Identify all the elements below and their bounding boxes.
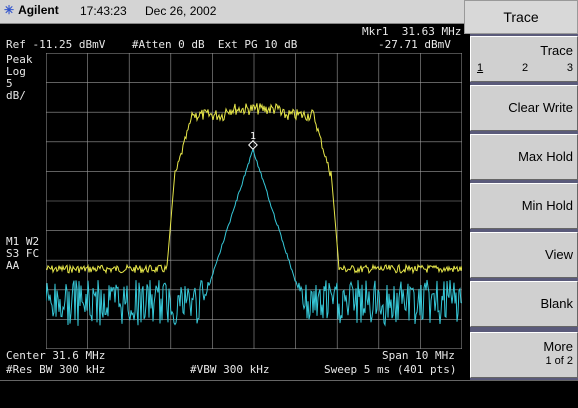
video-bandwidth: #VBW 300 kHz (190, 363, 270, 376)
spectrum-plot: 1 (46, 53, 462, 349)
trace-option-1[interactable]: 1 (477, 62, 483, 74)
trace-select-key[interactable]: Trace 1 2 3 (470, 36, 578, 82)
trace-select-label: Trace (540, 43, 573, 58)
max-hold-key[interactable]: Max Hold (470, 134, 578, 180)
agilent-spark-icon: ✳ (4, 3, 15, 17)
trace-option-3[interactable]: 3 (567, 62, 573, 74)
clock-time: 17:43:23 (80, 4, 127, 18)
min-hold-key[interactable]: Min Hold (470, 183, 578, 229)
brand-logo: ✳ Agilent (4, 3, 59, 17)
view-key[interactable]: View (470, 232, 578, 278)
blank-label: Blank (540, 296, 573, 311)
clear-write-label: Clear Write (508, 100, 573, 115)
menu-title: Trace (464, 0, 578, 34)
center-frequency: Center 31.6 MHz (6, 349, 106, 362)
marker-amplitude: -27.71 dBmV (378, 38, 451, 51)
frequency-span: Span 10 MHz (382, 349, 455, 362)
brand-name: Agilent (18, 3, 59, 17)
reference-level: Ref -11.25 dBmV #Atten 0 dB Ext PG 10 dB (6, 38, 298, 51)
message-bar (0, 380, 578, 408)
marker-frequency: Mkr1 31.63 MHz (362, 25, 462, 38)
view-label: View (545, 247, 573, 262)
more-label: More (543, 339, 573, 354)
clock-date: Dec 26, 2002 (145, 4, 217, 18)
max-hold-label: Max Hold (518, 149, 573, 164)
softkey-panel: Trace Trace 1 2 3 Clear Write Max Hold M… (464, 0, 578, 380)
trace-flags-3: AA (6, 259, 20, 272)
marker-number: 1 (250, 131, 256, 142)
trace-select-options: 1 2 3 (477, 62, 573, 74)
more-key[interactable]: More 1 of 2 (470, 332, 578, 378)
status-bar: ✳ Agilent 17:43:23 Dec 26, 2002 (0, 0, 464, 24)
more-page-indicator: 1 of 2 (545, 355, 573, 367)
min-hold-label: Min Hold (521, 198, 573, 213)
trace-option-2[interactable]: 2 (522, 62, 528, 74)
resolution-bandwidth: #Res BW 300 kHz (6, 363, 106, 376)
clear-write-key[interactable]: Clear Write (470, 85, 578, 131)
scale-unit: dB/ (6, 89, 26, 102)
blank-key[interactable]: Blank (470, 281, 578, 327)
spectrum-display: Mkr1 31.63 MHz Ref -11.25 dBmV #Atten 0 … (0, 24, 464, 379)
sweep-time: Sweep 5 ms (401 pts) (324, 363, 457, 376)
